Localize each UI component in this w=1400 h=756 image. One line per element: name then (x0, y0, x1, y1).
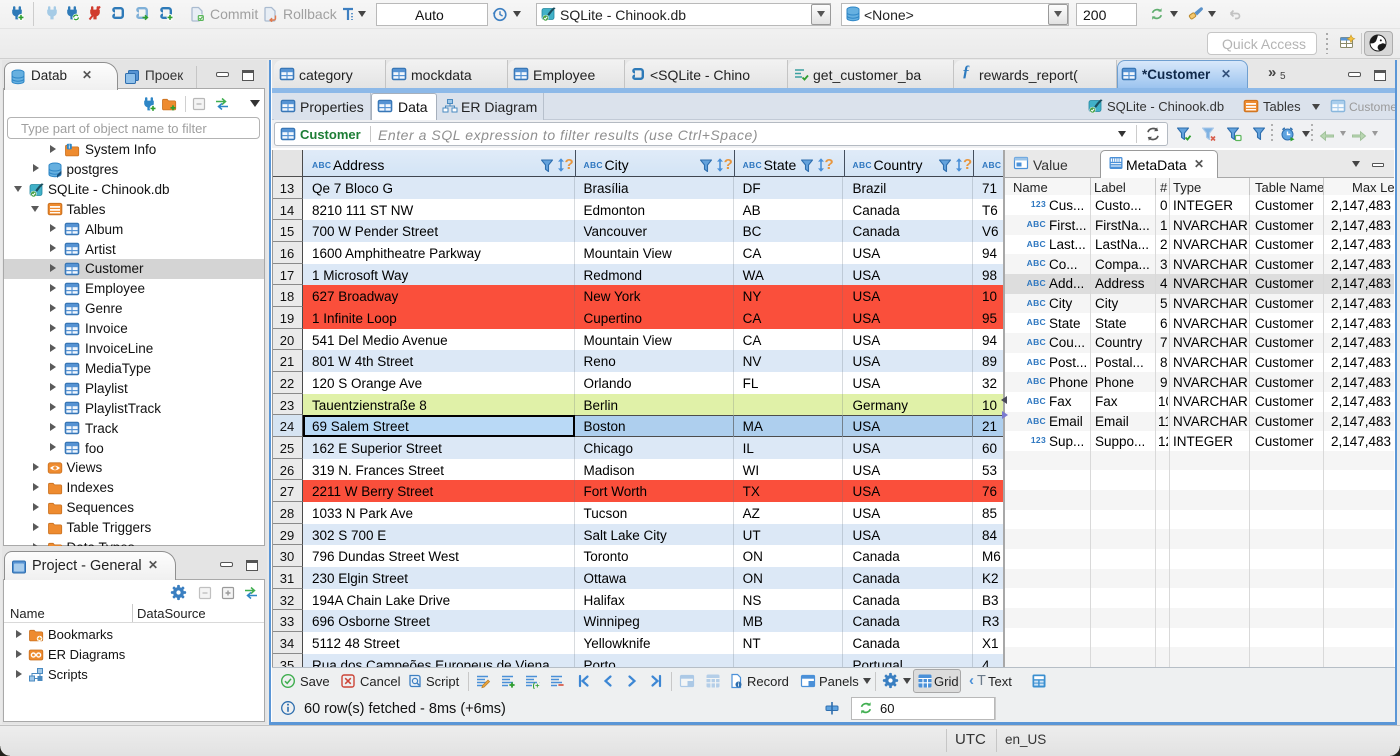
svg-text:(+): (+) (533, 681, 540, 689)
